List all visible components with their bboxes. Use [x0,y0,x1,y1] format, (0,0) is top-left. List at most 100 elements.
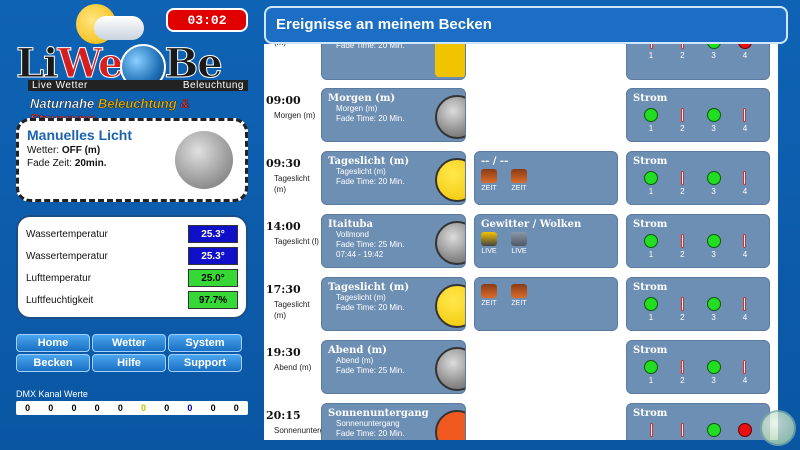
power-slot[interactable]: 3 [704,108,724,133]
weather-card[interactable]: Gewitter / Wolken LIVE LIVE [474,214,618,268]
sensor-row: Luftfeuchtigkeit 97.7% [26,289,238,311]
power-slot[interactable]: 1 [641,171,661,196]
power-title: Strom [633,282,668,293]
event-label: Tageslicht (m) [274,300,310,320]
power-slot[interactable]: 4 [735,108,755,133]
thermometer-icon [680,297,684,311]
main-nav: Home Wetter System Becken Hilfe Support [16,334,242,372]
event-label: Tageslicht (m) [274,174,310,194]
dmx-channel-value: 0 [164,403,170,413]
power-slot[interactable]: 4 [735,44,755,60]
nav-button-becken[interactable]: Becken [16,354,90,372]
thermometer-icon [680,360,684,374]
cloud-icon [94,16,144,40]
power-slot[interactable]: 2 [672,423,692,440]
power-slot[interactable]: 1 [641,234,661,259]
power-slot[interactable]: 1 [641,297,661,322]
slot-number: 2 [680,51,685,60]
nav-button-support[interactable]: Support [168,354,242,372]
status-light-icon [706,423,721,437]
power-slot[interactable]: 3 [704,171,724,196]
event-list[interactable]: Sonnenaufgang (m)SonnenaufgangFade Time:… [264,44,778,440]
nav-button-home[interactable]: Home [16,334,90,352]
clock-display: 03:02 [166,8,248,32]
sensor-value: 97.7% [188,291,238,309]
weather-item: ZEIT [511,169,527,192]
logo-subtitle: Live Wetter Beleuchtung [28,80,248,91]
event-time: 14:00 [266,220,301,233]
power-slot[interactable]: 2 [672,234,692,259]
slot-number: 4 [742,187,748,196]
power-slot[interactable]: 2 [672,360,692,385]
sun-icon [435,158,465,202]
power-slot[interactable]: 2 [672,44,692,60]
nav-button-system[interactable]: System [168,334,242,352]
weather-item-label: LIVE [481,248,497,255]
power-card[interactable]: Strom 1 2 3 4 [626,214,770,268]
thermometer-icon [743,171,747,185]
slot-number: 1 [648,124,654,133]
scene-card[interactable]: SonnenaufgangFade Time: 20 Min. [321,44,466,80]
weather-card[interactable]: ZEIT ZEIT [474,277,618,331]
dmx-channel-value: 0 [71,403,77,413]
power-slot[interactable]: 2 [672,171,692,196]
scene-card[interactable]: Tageslicht (m) Tageslicht (m) Fade Time: 2… [321,277,466,331]
sensor-panel: Wassertemperatur 25.3° Wassertemperatur 25.… [16,215,248,319]
event-time: 17:30 [266,283,301,296]
slot-number: 1 [648,51,654,60]
power-slot[interactable]: 3 [704,423,724,440]
power-card[interactable]: Strom 1 2 3 4 [626,403,770,440]
status-light-icon [706,297,721,311]
power-slot[interactable]: 4 [735,423,755,440]
sensor-row: Wassertemperatur 25.3° [26,223,238,245]
slot-number: 1 [648,187,654,196]
power-slot[interactable]: 3 [704,44,724,60]
power-slot[interactable]: 1 [641,108,661,133]
dmx-channel-value: 0 [94,403,100,413]
power-card[interactable]: Strom 1 2 3 4 [626,340,770,394]
scene-card[interactable]: Abend (m) Abend (m) Fade Time: 25 Min. [321,340,466,394]
scene-card[interactable]: Tageslicht (m) Tageslicht (m) Fade Time: 2… [321,151,466,205]
scene-card[interactable]: Itaituba Vollmond Fade Time: 25 Min. 07:44 … [321,214,466,268]
status-light-icon [737,44,752,49]
manual-light-panel[interactable]: Manuelles Licht Wetter: OFF (m) Fade Zei… [16,118,248,202]
thermometer-icon [743,297,747,311]
power-slot[interactable]: 3 [704,297,724,322]
power-slot[interactable]: 4 [735,297,755,322]
status-light-icon [644,171,658,185]
sensor-row: Wassertemperatur 25.3° [26,245,238,267]
power-card[interactable]: Strom 1 2 3 4 [626,88,770,142]
power-card[interactable]: 1 2 3 4 [626,44,770,80]
scene-card[interactable]: Sonnenuntergang Sonnenuntergang Fade Time:… [321,403,466,440]
power-slot[interactable]: 3 [704,234,724,259]
weather-item: LIVE [481,232,497,255]
power-slot[interactable]: 1 [641,44,661,60]
power-slot[interactable]: 1 [641,423,661,440]
power-slot[interactable]: 4 [735,360,755,385]
event-time: 09:30 [266,157,301,170]
weather-card[interactable]: -- / -- ZEIT ZEIT [474,151,618,205]
weather-icon [481,284,497,298]
weather-item: ZEIT [511,284,527,307]
power-slot[interactable]: 2 [672,108,692,133]
power-slot[interactable]: 4 [735,171,755,196]
sunrise-icon [435,44,465,77]
power-slot[interactable]: 4 [735,234,755,259]
weather-item: ZEIT [481,284,497,307]
weather-icon [481,169,497,183]
power-card[interactable]: Strom 1 2 3 4 [626,151,770,205]
power-card[interactable]: Strom 1 2 3 4 [626,277,770,331]
slot-number: 2 [680,439,684,440]
slot-number: 3 [711,124,716,133]
power-slot[interactable]: 3 [704,360,724,385]
power-slot[interactable]: 2 [672,297,692,322]
slot-number: 3 [711,376,716,385]
scene-card[interactable]: Morgen (m) Morgen (m) Fade Time: 20 Min. [321,88,466,142]
slot-number: 3 [711,439,715,440]
slot-number: 3 [711,51,716,60]
nav-button-wetter[interactable]: Wetter [92,334,166,352]
power-slot[interactable]: 1 [641,360,661,385]
nav-button-hilfe[interactable]: Hilfe [92,354,166,372]
event-time: 20:15 [266,409,301,422]
dmx-channel-value: 0 [141,403,147,413]
